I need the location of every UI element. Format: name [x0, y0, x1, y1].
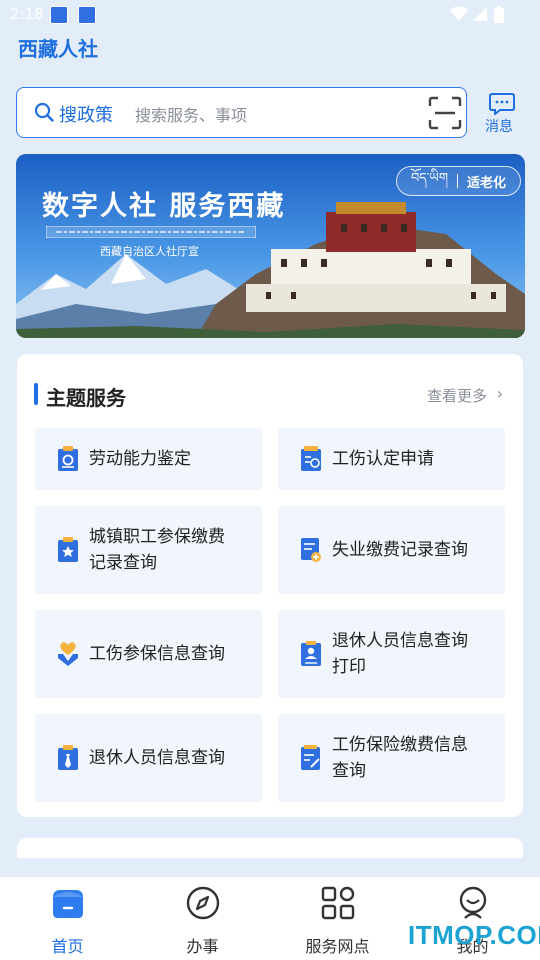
service-label: 工伤保险缴费信息 [332, 735, 468, 755]
home-icon [52, 890, 83, 918]
battery-icon [494, 6, 504, 23]
banner-headline: 数字人社 服务西藏 [42, 191, 286, 222]
service-label-line2: 打印 [332, 657, 366, 677]
wifi-icon [450, 6, 468, 21]
service-label-line2: 查询 [332, 761, 366, 781]
service-tile[interactable]: 退休人员信息查询 [35, 714, 262, 802]
service-label-line2: 记录查询 [89, 553, 157, 573]
chat-bubble-icon [489, 93, 515, 115]
messages-button[interactable]: 消息 [482, 93, 522, 135]
status-time: 2:18 [10, 5, 44, 23]
messages-label: 消息 [485, 119, 513, 135]
search-bar[interactable]: 搜政策 搜索服务、事项 [16, 87, 467, 138]
search-label: 搜政策 [59, 105, 113, 126]
nav-home[interactable]: 首页 [0, 877, 135, 960]
service-label: 工伤参保信息查询 [89, 644, 225, 664]
compass-icon [186, 886, 219, 920]
record-plus-icon [301, 538, 321, 562]
service-tile[interactable]: 城镇职工参保缴费 记录查询 [35, 506, 262, 594]
notification-app-icon [78, 6, 96, 24]
view-more-link[interactable]: 查看更多 [427, 385, 487, 406]
nav-label: 办事 [186, 937, 219, 956]
heart-hand-icon [58, 642, 78, 666]
divider [456, 174, 458, 188]
nav-label: 服务网点 [305, 937, 370, 956]
nav-services[interactable]: 办事 [135, 877, 270, 960]
tibetan-script-ribbon [46, 226, 256, 238]
star-file-icon [58, 537, 78, 562]
elder-mode-label: 适老化 [466, 175, 506, 191]
service-label: 劳动能力鉴定 [89, 449, 191, 469]
elder-mode-toggle[interactable]: བོད་ཡིག 适老化 [395, 166, 521, 196]
notification-app-icon [50, 6, 68, 24]
chevron-right-icon[interactable]: › [497, 384, 503, 403]
scan-icon[interactable] [428, 96, 462, 130]
service-label: 退休人员信息查询 [89, 748, 225, 768]
banner-org: 西藏自治区人社厅宣 [100, 245, 199, 258]
service-tile[interactable]: 退休人员信息查询 打印 [278, 610, 505, 698]
signal-icon [473, 7, 487, 21]
person-card-icon [301, 641, 321, 666]
service-tile[interactable]: 工伤保险缴费信息 查询 [278, 714, 505, 802]
service-tile[interactable]: 工伤认定申请 [278, 428, 505, 490]
promo-banner[interactable]: 数字人社 服务西藏 西藏自治区人社厅宣 བོད་ཡིག 适老化 [16, 154, 525, 338]
service-label: 失业缴费记录查询 [332, 540, 468, 560]
service-tile[interactable]: 劳动能力鉴定 [35, 428, 262, 490]
nav-label: 首页 [51, 937, 84, 956]
tie-badge-icon [58, 745, 78, 770]
status-indicators [450, 6, 510, 24]
service-label: 工伤认定申请 [332, 449, 434, 469]
form-tag-icon [301, 446, 321, 471]
search-input[interactable]: 搜索服务、事项 [135, 102, 247, 126]
smiley-profile-icon [459, 886, 486, 919]
search-icon [34, 102, 54, 122]
form-pen-icon [301, 745, 320, 770]
grid-icon [321, 886, 354, 920]
site-watermark: ITMOP.COM [408, 920, 540, 950]
service-tile[interactable]: 工伤参保信息查询 [35, 610, 262, 698]
service-label: 退休人员信息查询 [332, 631, 468, 651]
elder-mode-tibetan: བོད་ཡིག [410, 170, 448, 186]
theme-services-card: 主题服务 查看更多 › 劳动能力鉴定 工伤认定申请 城镇职工参保缴费 记录查询 [17, 354, 523, 817]
section-title: 主题服务 [46, 386, 126, 410]
section-accent-bar [34, 383, 38, 405]
next-section-card [17, 838, 523, 858]
document-seal-icon [58, 446, 78, 471]
service-tile[interactable]: 失业缴费记录查询 [278, 506, 505, 594]
status-bar: 2:18 [0, 0, 540, 30]
nav-service-points[interactable]: 服务网点 [270, 877, 405, 960]
service-label: 城镇职工参保缴费 [89, 527, 225, 547]
app-title: 西藏人社 [18, 37, 98, 61]
